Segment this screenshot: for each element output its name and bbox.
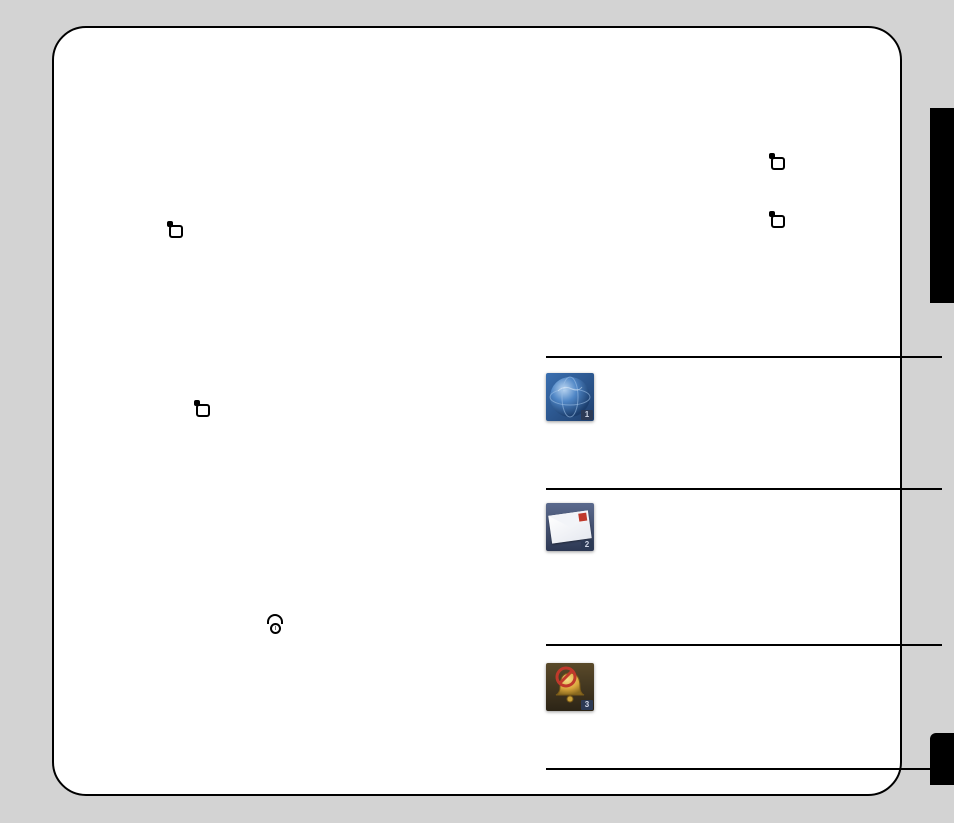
side-tab-bottom bbox=[930, 733, 954, 785]
section-divider bbox=[546, 644, 942, 646]
side-tab-top bbox=[930, 108, 954, 303]
thumbnail-badge: 2 bbox=[581, 540, 593, 550]
envelope-icon: 2 bbox=[546, 503, 594, 551]
thumbnail-badge: 1 bbox=[581, 410, 593, 420]
section-divider bbox=[546, 488, 942, 490]
section-divider bbox=[546, 356, 942, 358]
manual-page: i 1 2 bbox=[52, 26, 902, 796]
section-divider bbox=[546, 768, 942, 770]
thumbnail-badge: 3 bbox=[581, 700, 593, 710]
bell-no-icon: 3 bbox=[546, 663, 594, 711]
globe-icon: 1 bbox=[546, 373, 594, 421]
